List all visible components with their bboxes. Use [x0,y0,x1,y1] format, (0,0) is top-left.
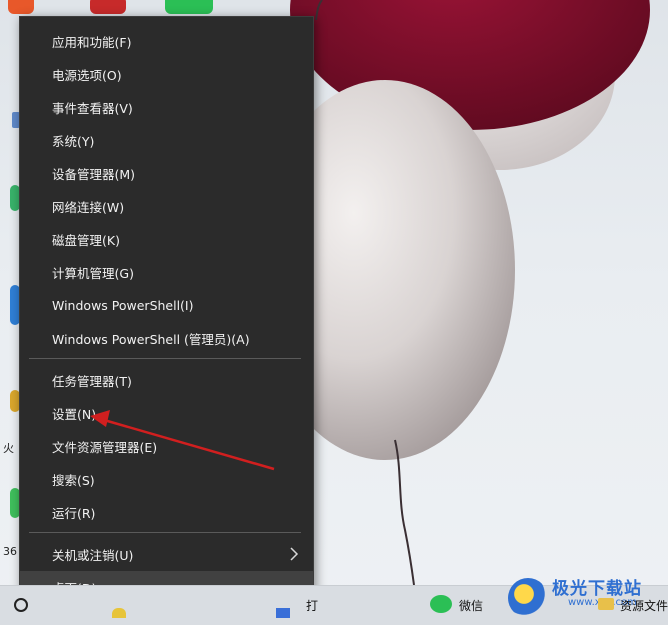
desktop-app-icon-orange[interactable] [8,0,34,14]
menu-item-disk-management[interactable]: 磁盘管理(K) [20,223,313,255]
menu-item-computer-management[interactable]: 计算机管理(G) [20,256,313,288]
taskbar: 打 微信 极光下载站 www.xz7.com 资源文件 [0,578,668,625]
taskbar-app-icon-yellow[interactable] [112,608,126,618]
chevron-right-icon [290,547,299,561]
menu-item-network-connections[interactable]: 网络连接(W) [20,190,313,222]
menu-separator [29,532,301,533]
menu-item-label: 网络连接(W) [52,199,125,215]
menu-item-label: 计算机管理(G) [52,265,134,281]
menu-item-label: 设备管理器(M) [52,166,136,182]
menu-item-label: Windows PowerShell(I) [52,297,194,313]
menu-item-label: Windows PowerShell (管理员)(A) [52,331,250,347]
watermark-logo-icon [508,578,548,618]
wechat-icon[interactable] [430,595,452,613]
taskbar-app-icon-blue[interactable] [276,608,290,618]
menu-item-label: 磁盘管理(K) [52,232,120,248]
desktop-app-icon-green[interactable] [165,0,213,14]
taskbar-explorer-label[interactable]: 资源文件 [620,597,668,614]
menu-item-shutdown-signout[interactable]: 关机或注销(U) [20,538,313,570]
menu-item-label: 系统(Y) [52,133,95,149]
winx-context-menu: 应用和功能(F) 电源选项(O) 事件查看器(V) 系统(Y) 设备管理器(M)… [19,16,314,603]
menu-item-system[interactable]: 系统(Y) [20,124,313,156]
menu-item-file-explorer[interactable]: 文件资源管理器(E) [20,430,313,462]
desktop-icon-label-2: 36 [3,545,17,558]
menu-item-label: 文件资源管理器(E) [52,439,158,455]
menu-item-run[interactable]: 运行(R) [20,496,313,528]
menu-item-device-manager[interactable]: 设备管理器(M) [20,157,313,189]
folder-icon[interactable] [598,598,614,610]
desktop-icon-label-1: 火 [3,442,14,455]
menu-item-label: 应用和功能(F) [52,34,132,50]
menu-item-label: 设置(N) [52,406,97,422]
menu-item-powershell-admin[interactable]: Windows PowerShell (管理员)(A) [20,322,313,354]
menu-separator [29,358,301,359]
menu-item-label: 任务管理器(T) [52,373,132,389]
taskbar-wechat-label[interactable]: 微信 [459,597,483,614]
menu-item-label: 事件查看器(V) [52,100,133,116]
menu-item-label: 运行(R) [52,505,96,521]
menu-item-label: 关机或注销(U) [52,547,134,563]
desktop-app-icon-red[interactable] [90,0,126,14]
menu-item-settings[interactable]: 设置(N) [20,397,313,429]
menu-item-search[interactable]: 搜索(S) [20,463,313,495]
menu-item-apps-features[interactable]: 应用和功能(F) [20,25,313,57]
taskbar-item-label[interactable]: 打 [306,597,318,614]
watermark-text: 极光下载站 [552,579,642,599]
menu-item-power-options[interactable]: 电源选项(O) [20,58,313,90]
taskbar-search-icon[interactable] [14,598,28,612]
menu-item-label: 电源选项(O) [52,67,122,83]
menu-item-event-viewer[interactable]: 事件查看器(V) [20,91,313,123]
menu-item-task-manager[interactable]: 任务管理器(T) [20,364,313,396]
menu-item-label: 搜索(S) [52,472,95,488]
menu-item-powershell[interactable]: Windows PowerShell(I) [20,289,313,321]
